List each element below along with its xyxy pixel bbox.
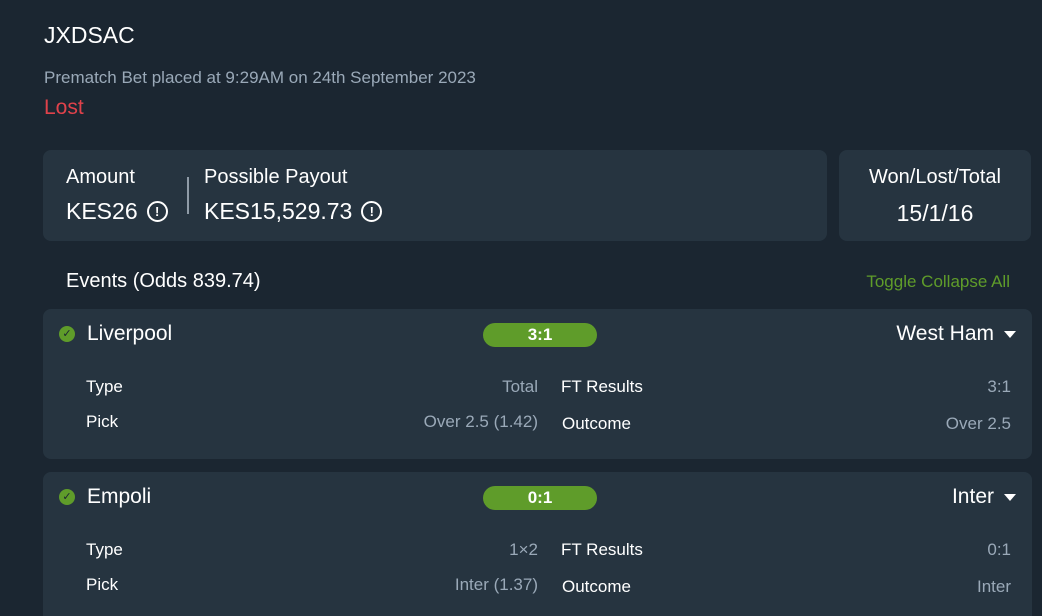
payout-value: KES15,529.73 — [204, 198, 353, 224]
won-lost-total-label: Won/Lost/Total — [869, 166, 1001, 188]
outcome-value: Inter — [976, 577, 1011, 596]
toggle-collapse-all-link[interactable]: Toggle Collapse All — [866, 272, 1010, 292]
amount-label: Amount — [66, 166, 135, 188]
amount-value: KES26 — [66, 198, 138, 224]
event-card: ✓ Empoli 0:1 Inter Type 1×2 Pick Inter (… — [43, 472, 1032, 616]
bet-placed-info: Prematch Bet placed at 9:29AM on 24th Se… — [44, 68, 476, 87]
outcome-label: Outcome — [562, 577, 631, 596]
type-label: Type — [86, 377, 123, 396]
pick-label: Pick — [86, 575, 119, 594]
won-lost-total-card: Won/Lost/Total 15/1/16 — [839, 150, 1031, 241]
won-lost-total-value: 15/1/16 — [896, 200, 974, 226]
score-badge: 0:1 — [483, 486, 597, 510]
pick-value: Inter (1.37) — [454, 575, 538, 594]
events-title: Events (Odds 839.74) — [66, 270, 261, 292]
payout-value-row: KES15,529.73 ! — [204, 198, 383, 225]
bet-status: Lost — [44, 96, 84, 119]
pick-label: Pick — [86, 412, 119, 431]
type-value: 1×2 — [509, 540, 538, 559]
check-circle-icon: ✓ — [59, 489, 75, 505]
home-team: Liverpool — [87, 322, 173, 345]
outcome-label: Outcome — [562, 414, 631, 433]
caret-down-icon[interactable] — [1004, 494, 1016, 501]
info-icon[interactable]: ! — [146, 201, 168, 222]
ft-results-label: FT Results — [561, 377, 643, 396]
ft-results-value: 3:1 — [987, 377, 1011, 396]
ft-results-label: FT Results — [561, 540, 643, 559]
check-circle-icon: ✓ — [59, 326, 75, 342]
info-icon[interactable]: ! — [361, 201, 383, 222]
type-label: Type — [86, 540, 123, 559]
payout-label: Possible Payout — [204, 166, 348, 188]
caret-down-icon[interactable] — [1004, 331, 1016, 338]
type-value: Total — [502, 377, 538, 396]
outcome-value: Over 2.5 — [945, 414, 1011, 433]
amount-value-row: KES26 ! — [66, 198, 168, 225]
home-team: Empoli — [87, 485, 152, 508]
summary-divider — [187, 177, 189, 214]
away-team: West Ham — [896, 322, 994, 345]
score-badge: 3:1 — [483, 323, 597, 347]
bet-summary-card: Amount KES26 ! Possible Payout KES15,529… — [43, 150, 827, 241]
away-team: Inter — [951, 485, 994, 508]
pick-value: Over 2.5 (1.42) — [423, 412, 538, 431]
ft-results-value: 0:1 — [987, 540, 1011, 559]
bet-id: JXDSAC — [44, 22, 135, 48]
event-card: ✓ Liverpool 3:1 West Ham Type Total Pick… — [43, 309, 1032, 459]
